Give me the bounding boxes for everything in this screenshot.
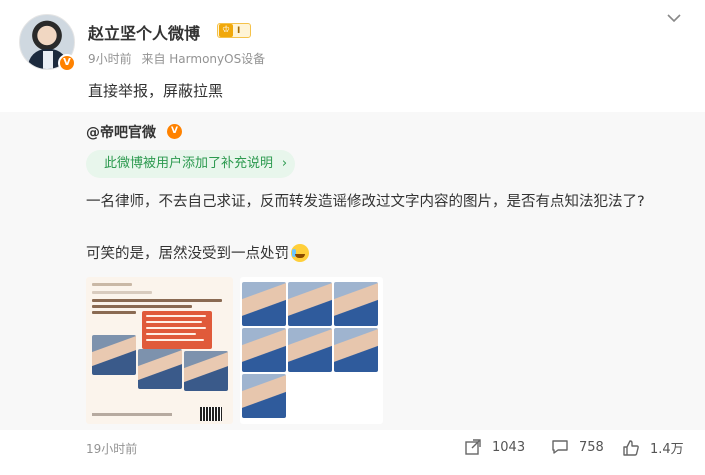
crown-icon: ♔ bbox=[219, 24, 233, 37]
more-options-button[interactable] bbox=[664, 12, 684, 26]
thumb-photo bbox=[138, 349, 182, 389]
qr-code-icon bbox=[200, 407, 222, 421]
thumb-red-line bbox=[146, 327, 206, 329]
thumb-red-line bbox=[146, 321, 202, 323]
thumb-photo bbox=[92, 335, 136, 375]
comment-count: 758 bbox=[579, 439, 604, 455]
like-button[interactable]: 1.4万 bbox=[622, 438, 684, 457]
thumb-red-line bbox=[146, 339, 204, 341]
post-source: 来自 HarmonyOS设备 bbox=[141, 52, 266, 66]
repost-text2: 可笑的是，居然没受到一点处罚 bbox=[86, 246, 289, 262]
grid-photo bbox=[288, 328, 332, 372]
thumb-line bbox=[92, 291, 152, 294]
repost-time[interactable]: 19小时前 bbox=[86, 440, 137, 457]
thumb-line bbox=[92, 305, 192, 308]
like-count: 1.4万 bbox=[650, 442, 684, 457]
weibo-post-card: V 赵立坚个人微博 ♔ I 9小时前 来自 HarmonyOS设备 直接举报，屏… bbox=[0, 0, 705, 475]
grid-photo bbox=[242, 328, 286, 372]
verified-badge-icon: V bbox=[58, 54, 76, 72]
grid-photo bbox=[288, 282, 332, 326]
supplement-note-label: 此微博被用户添加了补充说明 bbox=[104, 156, 274, 171]
avatar-shirt bbox=[43, 51, 53, 69]
level-badge[interactable]: ♔ I bbox=[217, 23, 251, 38]
author-name[interactable]: 赵立坚个人微博 bbox=[88, 20, 200, 44]
grid-photo bbox=[334, 282, 378, 326]
thumb-line bbox=[92, 283, 132, 286]
thumb-red-line bbox=[146, 333, 196, 335]
repost-text-line2: 可笑的是，居然没受到一点处罚 bbox=[86, 242, 309, 263]
repost-author[interactable]: @帝吧官微 bbox=[86, 122, 156, 142]
crying-laugh-emoji-icon bbox=[291, 243, 309, 262]
chevron-right-icon: › bbox=[281, 156, 288, 171]
level-label: I bbox=[237, 25, 241, 36]
comment-icon bbox=[552, 440, 568, 454]
post-text: 直接举报，屏蔽拉黑 bbox=[88, 82, 224, 100]
image-thumbnail-2[interactable] bbox=[240, 277, 383, 424]
repost-verified-icon: V bbox=[167, 124, 182, 139]
thumb-red-overlay bbox=[142, 311, 212, 349]
post-meta: 9小时前 来自 HarmonyOS设备 bbox=[88, 50, 271, 67]
chevron-down-icon bbox=[667, 14, 681, 23]
post-time[interactable]: 9小时前 bbox=[88, 52, 132, 66]
repost-icon bbox=[465, 439, 481, 455]
thumb-line bbox=[92, 311, 136, 314]
grid-photo bbox=[242, 282, 286, 326]
repost-button[interactable]: 1043 bbox=[464, 438, 525, 456]
image-thumbnail-1[interactable] bbox=[86, 277, 233, 424]
grid-photo bbox=[242, 374, 286, 418]
grid-photo bbox=[334, 328, 378, 372]
supplement-note-button[interactable]: 此微博被用户添加了补充说明 › bbox=[86, 150, 296, 178]
comment-button[interactable]: 758 bbox=[551, 438, 604, 456]
thumb-red-line bbox=[146, 315, 206, 317]
repost-count: 1043 bbox=[492, 439, 526, 455]
thumb-photo bbox=[184, 351, 228, 391]
thumbs-up-icon bbox=[623, 439, 639, 456]
thumb-line bbox=[92, 299, 222, 302]
thumb-footer-line bbox=[92, 413, 172, 416]
repost-container[interactable]: @帝吧官微 V 此微博被用户添加了补充说明 › 一名律师，不去自己求证，反而转发… bbox=[0, 112, 705, 430]
repost-text: 一名律师，不去自己求证，反而转发造谣修改过文字内容的图片，是否有点知法犯法了? bbox=[86, 194, 645, 210]
